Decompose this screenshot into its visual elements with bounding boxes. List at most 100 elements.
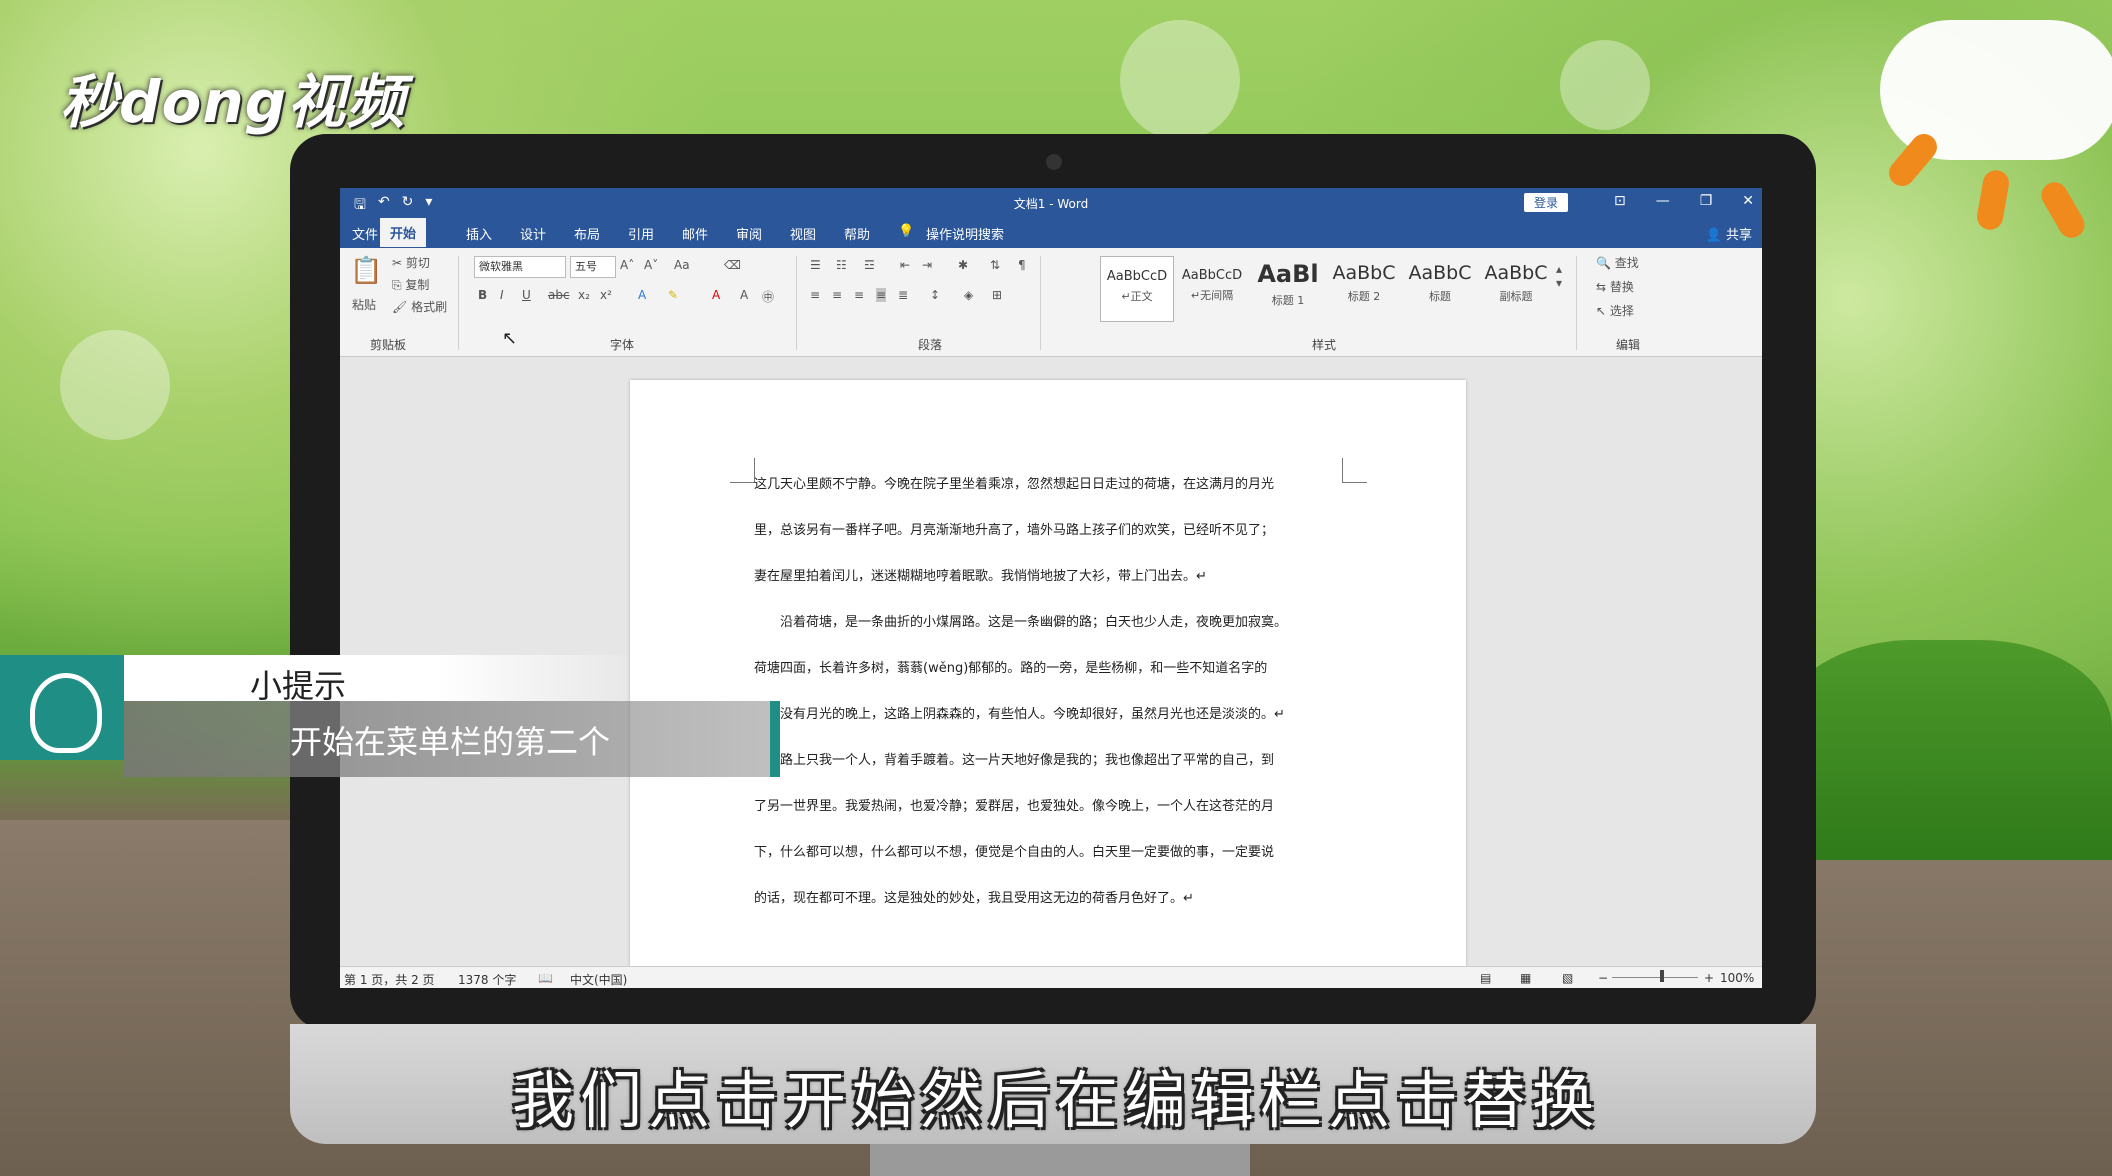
style-preview: AaBbC: [1408, 262, 1472, 284]
crop-mark: [1342, 458, 1367, 483]
strikethrough-icon[interactable]: abc: [548, 288, 570, 302]
find-button[interactable]: 🔍 查找: [1596, 254, 1639, 271]
enclose-character-icon[interactable]: ㊥: [762, 288, 774, 305]
style-heading-1[interactable]: AaBl 标题 1: [1252, 256, 1324, 320]
tab-references[interactable]: 引用: [628, 224, 654, 243]
style-name: 标题 1: [1271, 294, 1305, 307]
increase-indent-icon[interactable]: ⇥: [922, 258, 932, 272]
group-label-editing: 编辑: [1616, 338, 1641, 352]
bokeh-light: [1560, 40, 1650, 130]
login-button[interactable]: 登录: [1524, 193, 1569, 212]
style-no-spacing[interactable]: AaBbCcD ↵无间隔: [1176, 256, 1248, 320]
style-title[interactable]: AaBbC 标题: [1404, 256, 1476, 320]
document-page[interactable]: 这几天心里颇不宁静。今晚在院子里坐着乘凉，忽然想起日日走过的荷塘，在这满月的月光…: [630, 380, 1466, 980]
page-count[interactable]: 第 1 页，共 2 页: [344, 971, 435, 988]
zoom-out-icon[interactable]: −: [1598, 971, 1608, 985]
bullets-icon[interactable]: ☰: [810, 258, 821, 272]
tab-home[interactable]: 开始: [380, 218, 427, 247]
font-color-icon[interactable]: A: [712, 288, 720, 302]
webcam-icon: [1046, 154, 1062, 170]
styles-scroll-icon[interactable]: ▴ ▾: [1556, 262, 1562, 290]
superscript-icon[interactable]: x²: [600, 288, 612, 302]
sort-icon[interactable]: ⇅: [990, 258, 1000, 272]
ribbon-display-options-icon[interactable]: ⊡: [1614, 193, 1626, 209]
word-count[interactable]: 1378 个字: [458, 971, 516, 988]
replace-button[interactable]: ⇆ 替换: [1596, 278, 1634, 295]
highlight-icon[interactable]: ✎: [668, 288, 678, 302]
word-window: 🖫 ↶ ↻ ▾ 文档1 - Word 登录 ⊡ — ❐ ✕ 文件 开始 插入 设…: [340, 188, 1762, 988]
print-layout-icon[interactable]: ▦: [1520, 971, 1531, 985]
multilevel-list-icon[interactable]: ☲: [864, 258, 875, 272]
text-line: 荷塘四面，长着许多树，蓊蓊(wěng)郁郁的。路的一旁，是些杨柳，和一些不知道名…: [754, 661, 1268, 676]
cut-label: 剪切: [405, 256, 430, 270]
italic-icon[interactable]: I: [500, 288, 504, 302]
lightbulb-icon: [30, 673, 102, 753]
close-icon[interactable]: ✕: [1742, 193, 1754, 209]
brand-logo: 秒dong视频: [60, 68, 406, 136]
align-left-icon[interactable]: ≡: [810, 288, 820, 302]
subscript-icon[interactable]: x₂: [578, 288, 590, 302]
style-heading-2[interactable]: AaBbC 标题 2: [1328, 256, 1400, 320]
borders-icon[interactable]: ⊞: [992, 288, 1002, 302]
text-line: 下，什么都可以想，什么都可以不想，便觉是个自由的人。白天里一定要做的事，一定要说: [754, 845, 1275, 860]
font-size-dropdown[interactable]: 五号: [570, 256, 616, 278]
select-button[interactable]: ↖ 选择: [1596, 302, 1634, 319]
tell-me-search[interactable]: 操作说明搜索: [926, 224, 1004, 243]
text-line: 路上只我一个人，背着手踱着。这一片天地好像是我的；我也像超出了平常的自己，到: [754, 753, 1275, 768]
group-label-clipboard: 剪贴板: [370, 338, 407, 352]
clear-formatting-icon[interactable]: ⌫: [724, 258, 741, 272]
read-mode-icon[interactable]: ▤: [1480, 971, 1491, 985]
zoom-slider-thumb[interactable]: [1660, 970, 1664, 982]
character-shading-icon[interactable]: A: [740, 288, 748, 302]
zoom-slider[interactable]: [1612, 977, 1698, 978]
align-right-icon[interactable]: ≡: [854, 288, 864, 302]
zoom-level[interactable]: 100%: [1720, 971, 1754, 985]
format-painter-button[interactable]: 🖌 格式刷: [392, 298, 447, 315]
tab-layout[interactable]: 布局: [574, 224, 600, 243]
document-text[interactable]: 这几天心里颇不宁静。今晚在院子里坐着乘凉，忽然想起日日走过的荷塘，在这满月的月光…: [754, 462, 1340, 922]
text-line: 了另一世界里。我爱热闹，也爱冷静；爱群居，也爱独处。像今晚上，一个人在这苍茫的月: [754, 799, 1275, 814]
shading-icon[interactable]: ◈: [964, 288, 973, 302]
distributed-icon[interactable]: ≣: [898, 288, 908, 302]
style-subtitle[interactable]: AaBbC 副标题: [1480, 256, 1552, 320]
minimize-icon[interactable]: —: [1656, 193, 1670, 209]
decrease-indent-icon[interactable]: ⇤: [900, 258, 910, 272]
web-layout-icon[interactable]: ▧: [1562, 971, 1573, 985]
justify-icon[interactable]: ≡: [876, 288, 887, 302]
style-normal[interactable]: AaBbCcD ↵正文: [1100, 256, 1174, 322]
align-center-icon[interactable]: ≡: [832, 288, 842, 302]
tab-mailings[interactable]: 邮件: [682, 224, 708, 243]
paste-button[interactable]: 粘贴: [352, 296, 376, 313]
line-spacing-icon[interactable]: ↕: [930, 288, 940, 302]
text-effects-icon[interactable]: A: [638, 288, 646, 302]
tab-view[interactable]: 视图: [790, 224, 816, 243]
language-indicator[interactable]: 中文(中国): [570, 971, 627, 988]
chinese-layout-icon[interactable]: ✱: [958, 258, 968, 272]
show-marks-icon[interactable]: ¶: [1018, 258, 1026, 272]
font-name-dropdown[interactable]: 微软雅黑: [474, 256, 566, 278]
tab-help[interactable]: 帮助: [844, 224, 870, 243]
underline-icon[interactable]: U: [522, 288, 531, 302]
share-button[interactable]: 👤 共享: [1706, 224, 1752, 243]
tab-file[interactable]: 文件: [352, 224, 378, 243]
copy-button[interactable]: ⎘ 复制: [392, 276, 429, 293]
text-line: 的话，现在都可不理。这是独处的妙处，我且受用这无边的荷香月色好了。↵: [754, 891, 1194, 906]
tab-insert[interactable]: 插入: [466, 224, 492, 243]
group-divider: [458, 256, 459, 350]
ribbon-tabs: 文件 开始 插入 设计 布局 引用 邮件 审阅 视图 帮助 💡 操作说明搜索 👤…: [340, 216, 1762, 248]
grow-font-icon[interactable]: A˄: [620, 258, 634, 272]
cut-button[interactable]: ✂ 剪切: [392, 254, 430, 271]
paste-icon[interactable]: 📋: [350, 256, 382, 286]
tab-design[interactable]: 设计: [520, 224, 546, 243]
text-line: 里，总该另有一番样子吧。月亮渐渐地升高了，墙外马路上孩子们的欢笑，已经听不见了；: [754, 523, 1275, 538]
group-divider: [1040, 256, 1041, 350]
proofing-icon[interactable]: 📖: [538, 971, 553, 985]
shrink-font-icon[interactable]: A˅: [644, 258, 658, 272]
change-case-icon[interactable]: Aa: [674, 258, 690, 272]
restore-icon[interactable]: ❐: [1700, 193, 1713, 209]
tab-review[interactable]: 审阅: [736, 224, 762, 243]
numbering-icon[interactable]: ☷: [836, 258, 847, 272]
bold-icon[interactable]: B: [478, 288, 487, 302]
bokeh-light: [1120, 20, 1240, 140]
zoom-in-icon[interactable]: +: [1704, 971, 1714, 985]
